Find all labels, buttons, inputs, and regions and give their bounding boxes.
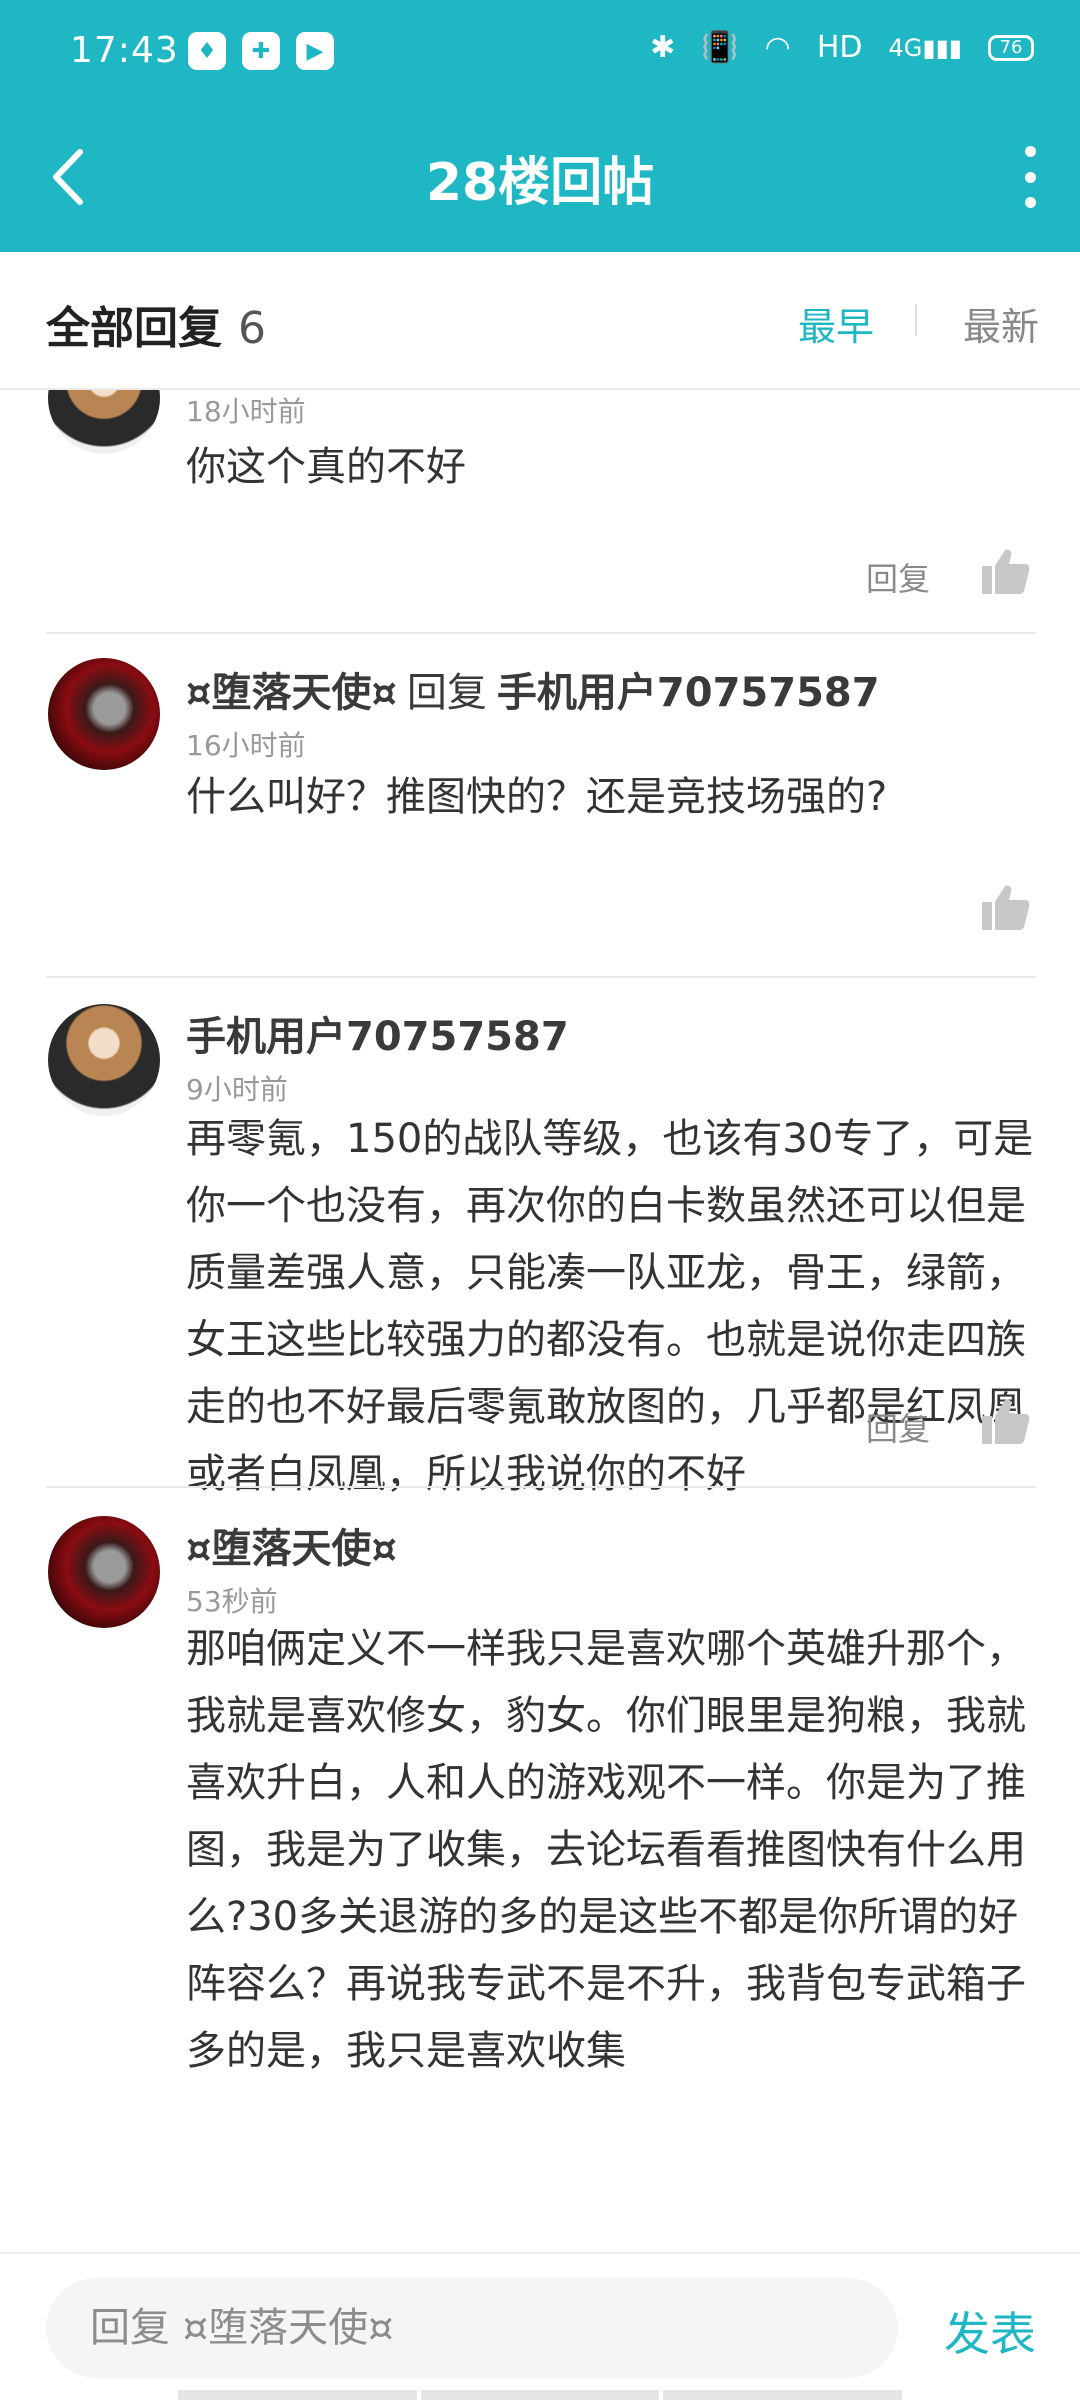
comment-divider — [46, 1486, 1036, 1488]
comment-content: 你这个真的不好 — [186, 444, 466, 490]
sort-earliest-tab[interactable]: 最早 — [798, 296, 874, 351]
comment-time: 16小时前 — [186, 729, 306, 762]
gesture-bar — [178, 2390, 903, 2400]
comment-time: 53秒前 — [186, 1585, 278, 1618]
send-button[interactable]: 发表 — [944, 2298, 1036, 2364]
comment-username[interactable]: ¤堕落天使¤ — [186, 1516, 397, 1574]
play-store-icon: ▶ — [296, 32, 334, 70]
comment-time: 18小时前 — [186, 395, 306, 428]
reply-input[interactable] — [46, 2278, 898, 2378]
reply-filter-bar: 全部回复 6 最早 最新 — [0, 252, 1080, 390]
sort-divider — [915, 304, 917, 336]
avatar[interactable] — [48, 1516, 160, 1628]
network-type: HD — [816, 30, 863, 65]
app-notification-icon: ♦ — [188, 32, 226, 70]
app-notification-icon: ✚ — [242, 32, 280, 70]
thumbs-up-icon[interactable] — [980, 546, 1030, 596]
all-replies-label: 全部回复 — [46, 303, 222, 354]
thumbs-up-icon[interactable] — [980, 882, 1030, 932]
comment-divider — [46, 632, 1036, 634]
avatar[interactable] — [48, 390, 160, 454]
more-dot-icon — [1024, 197, 1036, 208]
reply-count: 6 — [238, 303, 266, 354]
gesture-segment — [178, 2390, 417, 2400]
thumbs-up-icon[interactable] — [980, 1396, 1030, 1446]
reply-to-label: 回复 — [406, 670, 487, 716]
reply-input-bar: 发表 — [0, 2252, 1080, 2402]
comment-username[interactable]: ¤堕落天使¤ 回复 手机用户70757587 — [186, 660, 880, 718]
reply-button[interactable]: 回复 — [866, 1404, 930, 1450]
all-replies-heading: 全部回复 6 — [46, 292, 266, 356]
status-app-icons: ♦ ✚ ▶ — [188, 32, 334, 70]
reply-target-username[interactable]: 手机用户70757587 — [497, 670, 880, 716]
comment-divider — [46, 976, 1036, 978]
status-time: 17:43 — [70, 30, 179, 71]
comment-content: 什么叫好？推图快的？还是竞技场强的? — [186, 774, 888, 820]
status-bar: 17:43 ♦ ✚ ▶ ✱ 📳 ◠ HD 4G▮▮▮ 76 — [0, 0, 1080, 110]
sort-newest-tab[interactable]: 最新 — [963, 296, 1039, 351]
app-header: 17:43 ♦ ✚ ▶ ✱ 📳 ◠ HD 4G▮▮▮ 76 28楼回帖 — [0, 0, 1080, 252]
more-options-button[interactable] — [1020, 146, 1040, 208]
gesture-segment — [663, 2390, 903, 2400]
battery-icon: 76 — [988, 34, 1034, 61]
avatar[interactable] — [48, 658, 160, 770]
vibrate-icon: 📳 — [701, 30, 739, 65]
page-title: 28楼回帖 — [425, 153, 655, 213]
nav-bar: 28楼回帖 — [0, 110, 1080, 252]
signal-icon: 4G▮▮▮ — [888, 33, 963, 62]
status-indicators: ✱ 📳 ◠ HD 4G▮▮▮ 76 — [650, 30, 1034, 65]
comment-time: 9小时前 — [186, 1073, 288, 1106]
gesture-segment — [420, 2390, 660, 2400]
comment-username[interactable]: 手机用户70757587 — [186, 1004, 569, 1062]
bluetooth-icon: ✱ — [650, 30, 676, 65]
avatar[interactable] — [48, 1004, 160, 1116]
more-dot-icon — [1024, 171, 1036, 183]
comment-list: 18小时前 你这个真的不好 回复 ¤堕落天使¤ 回复 手机用户70757587 16… — [0, 390, 1080, 2250]
username-text[interactable]: ¤堕落天使¤ — [186, 670, 397, 716]
comment-content: 那咱俩定义不一样我只是喜欢哪个英雄升那个，我就是喜欢修女，豹女。你们眼里是狗粮，… — [186, 1626, 1026, 2074]
wifi-icon: ◠ — [764, 30, 791, 65]
reply-button[interactable]: 回复 — [866, 554, 930, 600]
more-dot-icon — [1024, 146, 1036, 157]
